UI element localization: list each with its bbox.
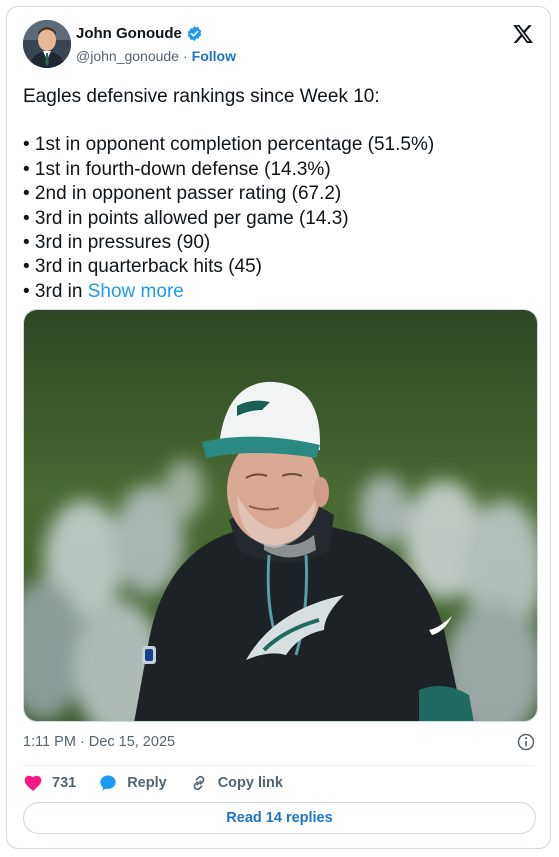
heart-icon: [24, 775, 42, 791]
tweet-bullet: • 3rd in quarterback hits (45): [23, 256, 262, 278]
author-name[interactable]: John Gonoude: [76, 25, 182, 42]
author-handle[interactable]: @john_gonoude: [76, 48, 179, 64]
tweet-bullet: • 3rd in points allowed per game (14.3): [23, 207, 349, 229]
tweet-intro: Eagles defensive rankings since Week 10:: [23, 86, 380, 107]
tweet-bullet: • 1st in fourth-down defense (14.3%): [23, 158, 331, 180]
tweet-bullet: • 1st in opponent completion percentage …: [23, 134, 435, 156]
reply-label: Reply: [127, 775, 167, 791]
like-count: 731: [52, 775, 77, 791]
tweet-photo[interactable]: [23, 309, 538, 722]
follow-button[interactable]: Follow: [192, 48, 236, 64]
tweet-text: Eagles defensive rankings since Week 10:…: [23, 85, 535, 304]
reply-button[interactable]: Reply: [98, 773, 167, 793]
verified-badge-icon: [187, 26, 202, 41]
tweet-bullet: • 2nd in opponent passer rating (67.2): [23, 183, 342, 205]
tweet-card: John Gonoude @john_gonoude · Follow Eagl…: [6, 6, 551, 849]
x-logo-icon[interactable]: [512, 23, 534, 45]
copy-link-button[interactable]: Copy link: [189, 773, 283, 793]
info-icon[interactable]: [516, 732, 536, 752]
action-bar: 731 Reply Copy link: [23, 773, 305, 793]
show-more-link[interactable]: Show more: [88, 281, 184, 302]
link-icon: [193, 775, 205, 791]
copy-link-label: Copy link: [217, 775, 283, 791]
tweet-timestamp[interactable]: 1:11 PM · Dec 15, 2025: [23, 734, 175, 750]
tweet-bullet: • 3rd in pressures (90): [23, 232, 211, 254]
tweet-bullet-truncated: • 3rd in: [23, 280, 88, 302]
avatar[interactable]: [23, 20, 71, 68]
read-replies-button[interactable]: Read 14 replies: [23, 802, 536, 834]
handle-separator: ·: [182, 48, 188, 64]
like-button[interactable]: 731: [23, 773, 76, 793]
divider: [23, 765, 534, 766]
reply-bubble-icon: [100, 775, 116, 791]
